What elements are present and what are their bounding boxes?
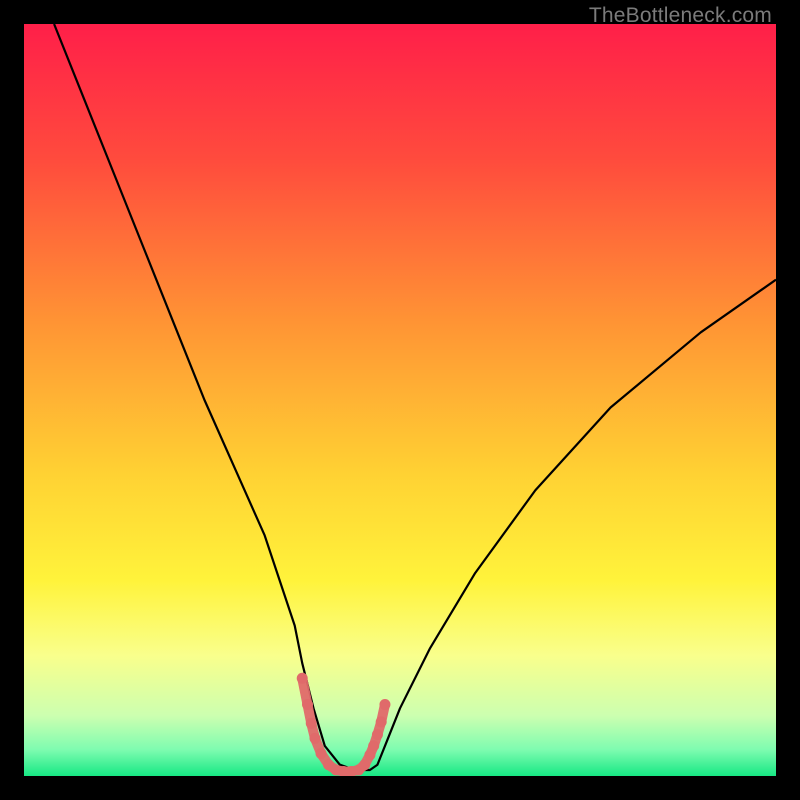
watermark-text: TheBottleneck.com: [589, 4, 772, 28]
gradient-background: [24, 24, 776, 776]
bottleneck-chart: [24, 24, 776, 776]
chart-frame: [24, 24, 776, 776]
